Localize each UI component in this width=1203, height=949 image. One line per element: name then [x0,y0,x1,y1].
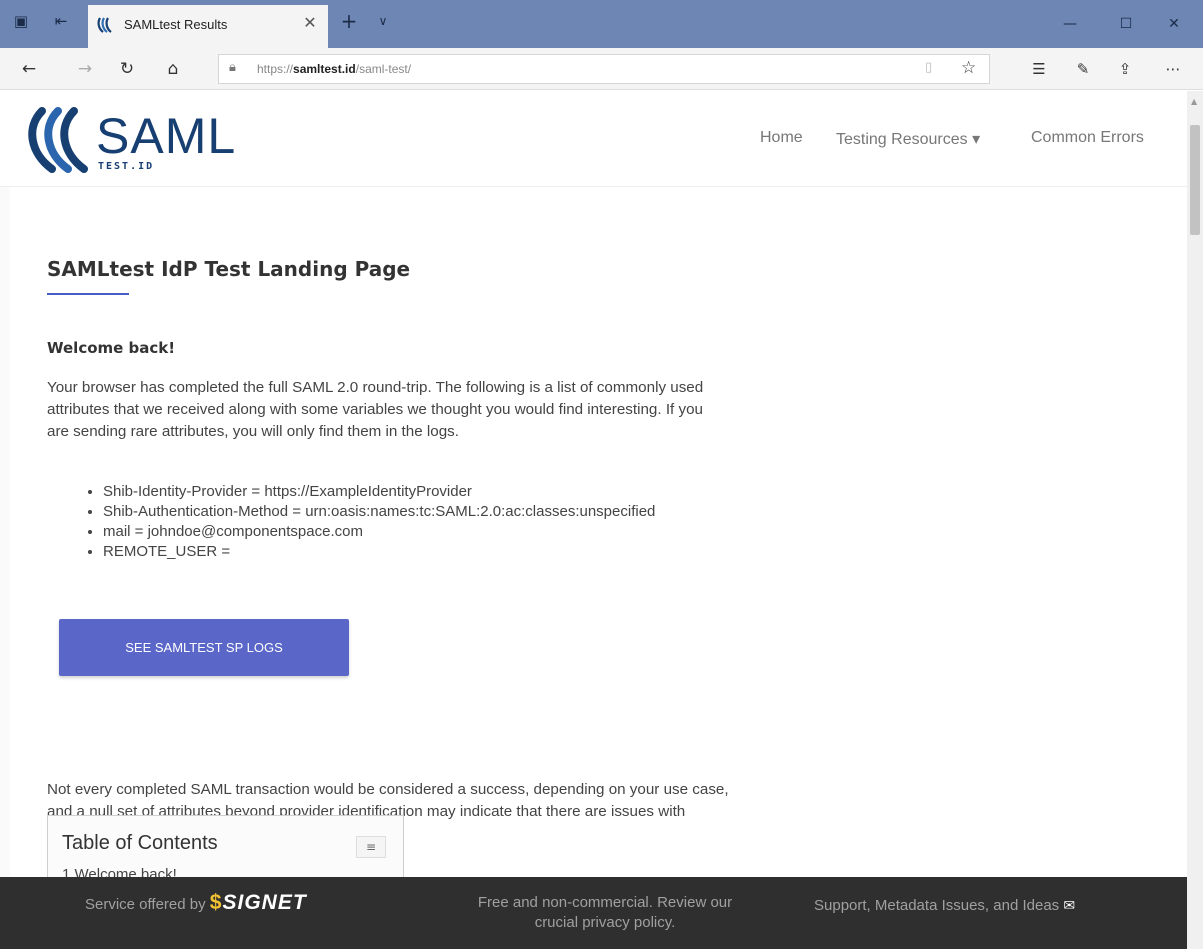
home-icon[interactable]: ⌂ [160,57,186,81]
toc-toggle-icon[interactable]: ≡ [356,836,386,858]
list-item: mail = johndoe@componentspace.com [103,522,655,542]
page-title: SAMLtest IdP Test Landing Page [47,257,411,281]
welcome-heading: Welcome back! [47,339,176,357]
signet-wordmark: SIGNET [222,891,307,914]
page-viewport: SAML TEST.ID Home Testing Resources ▾ Co… [0,91,1187,949]
nav-common-errors-link[interactable]: Common Errors [1031,129,1144,147]
scroll-up-arrow-icon[interactable]: ▲ [1191,97,1197,106]
site-footer: Service offered by $SIGNET Free and non-… [0,877,1187,949]
nav-testing-resources-dropdown[interactable]: Testing Resources ▾ [836,129,980,149]
intro-line: attributes that we received along with s… [47,401,703,418]
reading-view-icon[interactable]: ▯ [925,60,932,75]
samltest-logo[interactable]: SAML TEST.ID [22,105,235,175]
list-item: Shib-Authentication-Method = urn:oasis:n… [103,502,655,522]
tab-samltest-results[interactable]: SAMLtest Results ✕ [88,5,328,48]
footer-support-text: Support, Metadata Issues, and Ideas [814,897,1060,914]
footer-privacy-text: Free and non-commercial. Review our cruc… [446,893,764,933]
signet-logo[interactable]: $SIGNET [210,891,307,914]
refresh-icon[interactable]: ↻ [114,57,140,81]
tab-title: SAMLtest Results [124,17,228,32]
window-minimize-button[interactable]: — [1048,6,1092,42]
share-icon[interactable]: ⇪ [1112,57,1138,81]
browser-titlebar: ▣ ⇤ SAMLtest Results ✕ + ∨ — ☐ ✕ [0,0,1203,48]
signet-logo-icon: $ [209,891,223,914]
set-tabs-aside-icon[interactable]: ⇤ [50,10,72,32]
intro-line: are sending rare attributes, you will on… [47,423,459,440]
tab-close-icon[interactable]: ✕ [300,13,320,33]
logo-wordmark: SAML [96,108,237,164]
address-bar[interactable]: 🔒︎ https://samltest.id/saml-test/ ▯ ☆ [218,54,990,84]
privacy-policy-link[interactable]: crucial privacy policy. [446,913,764,933]
samltest-logo-swoosh-icon [28,107,88,173]
intro-paragraph: Your browser has completed the full SAML… [47,377,897,443]
add-notes-pen-icon[interactable]: ✎ [1070,57,1096,81]
mail-icon: ✉ [1063,897,1076,913]
samltest-favicon-icon [97,17,112,33]
main-content: SAMLtest IdP Test Landing Page Welcome b… [10,187,1187,949]
see-sp-logs-button[interactable]: SEE SAMLTEST SP LOGS [59,619,349,676]
footer-free-line: Free and non-commercial. Review our [477,894,733,911]
footer-service-prefix: Service offered by [85,896,206,913]
back-arrow-icon[interactable]: ← [16,57,42,81]
favorites-hub-icon[interactable]: ☰ [1026,57,1052,81]
note-line: Not every completed SAML transaction wou… [47,781,729,798]
window-maximize-button[interactable]: ☐ [1104,6,1148,42]
browser-toolbar: ← → ↻ ⌂ 🔒︎ https://samltest.id/saml-test… [0,48,1203,90]
toc-title: Table of Contents [62,832,218,854]
forward-arrow-icon[interactable]: → [72,57,98,81]
list-item: REMOTE_USER = [103,542,655,562]
page-scrollbar[interactable]: ▲ [1187,91,1203,949]
list-item: Shib-Identity-Provider = https://Example… [103,482,655,502]
window-close-button[interactable]: ✕ [1152,6,1196,42]
attribute-list: Shib-Identity-Provider = https://Example… [85,482,655,562]
intro-line: Your browser has completed the full SAML… [47,379,704,396]
tab-list-chevron-icon[interactable]: ∨ [372,10,394,32]
new-tab-button[interactable]: + [338,10,360,32]
lock-icon: 🔒︎ [229,60,236,75]
logo-subtext: TEST.ID [98,161,155,172]
more-options-icon[interactable]: ⋯ [1160,57,1186,81]
tab-actions-icon[interactable]: ▣ [10,10,32,32]
favorite-star-icon[interactable]: ☆ [961,58,976,78]
site-header: SAML TEST.ID Home Testing Resources ▾ Co… [0,91,1187,187]
title-underline [47,293,129,295]
scrollbar-thumb[interactable] [1190,125,1200,235]
footer-service-text: Service offered by $SIGNET [85,891,307,915]
nav-home-link[interactable]: Home [760,129,803,147]
url-text: https://samltest.id/saml-test/ [257,62,412,76]
footer-support-link[interactable]: Support, Metadata Issues, and Ideas ✉ [814,897,1075,914]
